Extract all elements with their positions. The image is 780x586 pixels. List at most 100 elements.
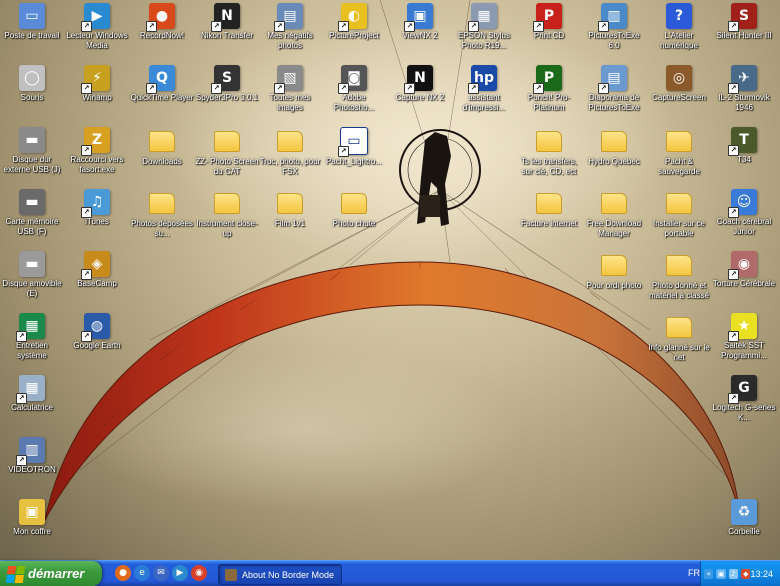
desktop-icon-label: Facture internet: [520, 219, 578, 228]
desktop-icon[interactable]: ▥ ↗ VIDEOTRON: [0, 437, 64, 475]
desktop-icon[interactable]: ▣ Mon coffre: [0, 499, 64, 537]
help-icon: ?: [666, 3, 692, 29]
media-icon[interactable]: ▶: [172, 565, 188, 581]
network-icon[interactable]: ▣: [716, 568, 726, 579]
desktop-icon[interactable]: ▭ Poste de travail: [0, 3, 64, 41]
desktop-icon[interactable]: Instrument close-up: [195, 189, 259, 239]
desktop-icon[interactable]: ? L'Atelier numérique: [647, 3, 711, 51]
desktop-icon[interactable]: Truc, photo, pour FSX: [258, 127, 322, 177]
desktop-icon[interactable]: Film 1v1: [258, 189, 322, 229]
shortcut-arrow-icon: ↗: [274, 21, 285, 32]
desktop[interactable]: ▭ Poste de travail ▶ ↗ Lecteur Windows Media…: [0, 0, 780, 560]
desktop-icon[interactable]: Q ↗ QuickTime Player: [130, 65, 194, 103]
desktop-icon-label: Logitech G-series K...: [712, 403, 776, 422]
clock[interactable]: 13:24: [750, 569, 773, 579]
desktop-icon[interactable]: Hydro Quebec: [582, 127, 646, 167]
desktop-icon-label: Downloads: [142, 157, 182, 166]
shortcut-arrow-icon: ↗: [338, 21, 349, 32]
shortcut-arrow-icon: ↗: [728, 269, 739, 280]
desktop-icon[interactable]: ▤ ↗ Diaporama de PicturesToExe: [582, 65, 646, 113]
desktop-icon[interactable]: Free Download Manager: [582, 189, 646, 239]
desktop-icon[interactable]: ▤ ↗ Mes négatifs photos: [258, 3, 322, 51]
desktop-icon[interactable]: Installer sur ce portable: [647, 189, 711, 239]
desktop-icon[interactable]: ▣ ↗ ViewNX 2: [388, 3, 452, 41]
desktop-icon[interactable]: S ↗ Silent Hunter III: [712, 3, 776, 41]
desktop-icon[interactable]: T ↗ T34: [712, 127, 776, 165]
desktop-icon-label: Winamp: [82, 93, 112, 102]
outlook-icon[interactable]: ✉: [153, 565, 169, 581]
shortcut-arrow-icon: ↗: [728, 393, 739, 404]
desktop-icon[interactable]: P ↗ Print CD: [517, 3, 581, 41]
desktop-icon-label: Ts les transfers, sur clé, CD, ect: [520, 157, 577, 176]
desktop-icon[interactable]: ✈ ↗ IL-2 Sturmovik 1946: [712, 65, 776, 113]
desktop-icon[interactable]: Pacht & sauvegarde: [647, 127, 711, 177]
ie-icon[interactable]: e: [134, 565, 150, 581]
shortcut-arrow-icon: ↗: [81, 145, 92, 156]
desktop-icon[interactable]: P ↗ Punch! Pro-Platinum: [517, 65, 581, 113]
taskbar-window-button[interactable]: About No Border Mode: [218, 564, 342, 585]
desktop-icon[interactable]: Photo donné et matériel à classé: [647, 251, 711, 301]
shortcut-arrow-icon: ↗: [728, 145, 739, 156]
desktop-icon[interactable]: Downloads: [130, 127, 194, 167]
desktop-icon[interactable]: G ↗ Logitech G-series K...: [712, 375, 776, 423]
desktop-icon[interactable]: ▬ Disque amovible (E): [0, 251, 64, 299]
desktop-icon[interactable]: ♻ Corbeille: [712, 499, 776, 537]
desktop-icon[interactable]: ▦ ↗ Calculatrice: [0, 375, 64, 413]
desktop-icon[interactable]: ▦ ↗ EPSON Stylus Photo R19...: [452, 3, 516, 51]
desktop-icon[interactable]: ▥ ↗ PicturesToExe 6.0: [582, 3, 646, 51]
desktop-icon[interactable]: ★ ↗ Saitek SST Programmi...: [712, 313, 776, 361]
desktop-icon[interactable]: Pour ordi photo: [582, 251, 646, 291]
tray-arrow-icon[interactable]: «: [704, 568, 714, 579]
windows-media-player-icon: ▶ ↗: [81, 3, 110, 32]
desktop-icon[interactable]: S ↗ Spyder3Pro 3.0.1: [195, 65, 259, 103]
desktop-icon[interactable]: N ↗ Capture NX 2: [388, 65, 452, 103]
desktop-icon[interactable]: ◍ ↗ Google Earth: [65, 313, 129, 351]
firefox-icon[interactable]: ●: [115, 565, 131, 581]
desktop-icon[interactable]: ▬ Carte mémoire USB (F): [0, 189, 64, 237]
desktop-icon[interactable]: N ↗ Nikon Transfer: [195, 3, 259, 41]
desktop-icon[interactable]: ◐ ↗ PictureProject: [322, 3, 386, 41]
desktop-icon[interactable]: ◙ ↗ Adobe Photosho...: [322, 65, 386, 113]
desktop-icon[interactable]: ▶ ↗ Lecteur Windows Media: [65, 3, 129, 51]
desktop-icon[interactable]: Info glanné sur le net: [647, 313, 711, 363]
tank-icon: T ↗: [728, 127, 757, 156]
desktop-icon[interactable]: Photo chute: [322, 189, 386, 229]
desktop-icon[interactable]: Photos déposées su...: [130, 189, 194, 239]
desktop-icon[interactable]: ▬ Disque dur externe USB (J): [0, 127, 64, 175]
desktop-icon[interactable]: ◎ CaptureScreen: [647, 65, 711, 103]
desktop-icon[interactable]: ◉ ↗ Torture Cérébrale: [712, 251, 776, 289]
desktop-icon[interactable]: Z ↗ Raccourci vers fasort.exe: [65, 127, 129, 175]
desktop-icon[interactable]: ⚡ ↗ Winamp: [65, 65, 129, 103]
negatives-document-icon: ▤ ↗: [274, 3, 303, 32]
desktop-icon-label: Saitek SST Programmi...: [721, 341, 767, 360]
volume-icon[interactable]: ♪: [728, 568, 739, 579]
shortcut-arrow-icon: ↗: [598, 21, 609, 32]
desktop-icon[interactable]: hp ↗ assistant d'impressi...: [452, 65, 516, 113]
shortcut-arrow-icon: ↗: [16, 393, 27, 404]
desktop-icon[interactable]: ♫ ↗ iTunes: [65, 189, 129, 227]
chrome-icon[interactable]: ◉: [191, 565, 207, 581]
shortcut-arrow-icon: ↗: [146, 83, 157, 94]
desktop-icon[interactable]: Ts les transfers, sur clé, CD, ect: [517, 127, 581, 177]
start-button[interactable]: démarrer: [0, 561, 102, 586]
desktop-icon[interactable]: ▧ ↗ Toutes mes images: [258, 65, 322, 113]
desktop-icon[interactable]: ☺ ↗ Coach cérébral Junior: [712, 189, 776, 237]
language-indicator[interactable]: FR: [688, 568, 700, 578]
desktop-icon[interactable]: ▭ ↗ Pacht_Lightro...: [322, 127, 386, 167]
desktop-icon-label: Silent Hunter III: [716, 31, 772, 40]
desktop-icon-label: Pacht_Lightro...: [325, 157, 383, 166]
calculator-icon: ▦ ↗: [16, 375, 45, 404]
desktop-icon[interactable]: ▦ ↗ Entretien système: [0, 313, 64, 361]
quick-launch-bar: ● e ✉ ▶ ◉: [115, 565, 207, 581]
folder-icon: [214, 193, 240, 214]
desktop-icon-label: Carte mémoire USB (F): [5, 217, 59, 236]
desktop-icon[interactable]: ◯ Souris: [0, 65, 64, 103]
desktop-icon[interactable]: ● ↗ RecordNow!: [130, 3, 194, 41]
desktop-icon-label: Photo chute: [332, 219, 376, 228]
desktop-icon[interactable]: ZZ- Photo Screen du CAT: [195, 127, 259, 177]
security-icon[interactable]: ◆: [741, 568, 751, 579]
desktop-icon[interactable]: ◈ ↗ BaseCamp: [65, 251, 129, 289]
desktop-icon-label: assistant d'impressi...: [462, 93, 506, 112]
desktop-icon[interactable]: Facture internet: [517, 189, 581, 229]
pictureproject-icon: ◐ ↗: [338, 3, 367, 32]
